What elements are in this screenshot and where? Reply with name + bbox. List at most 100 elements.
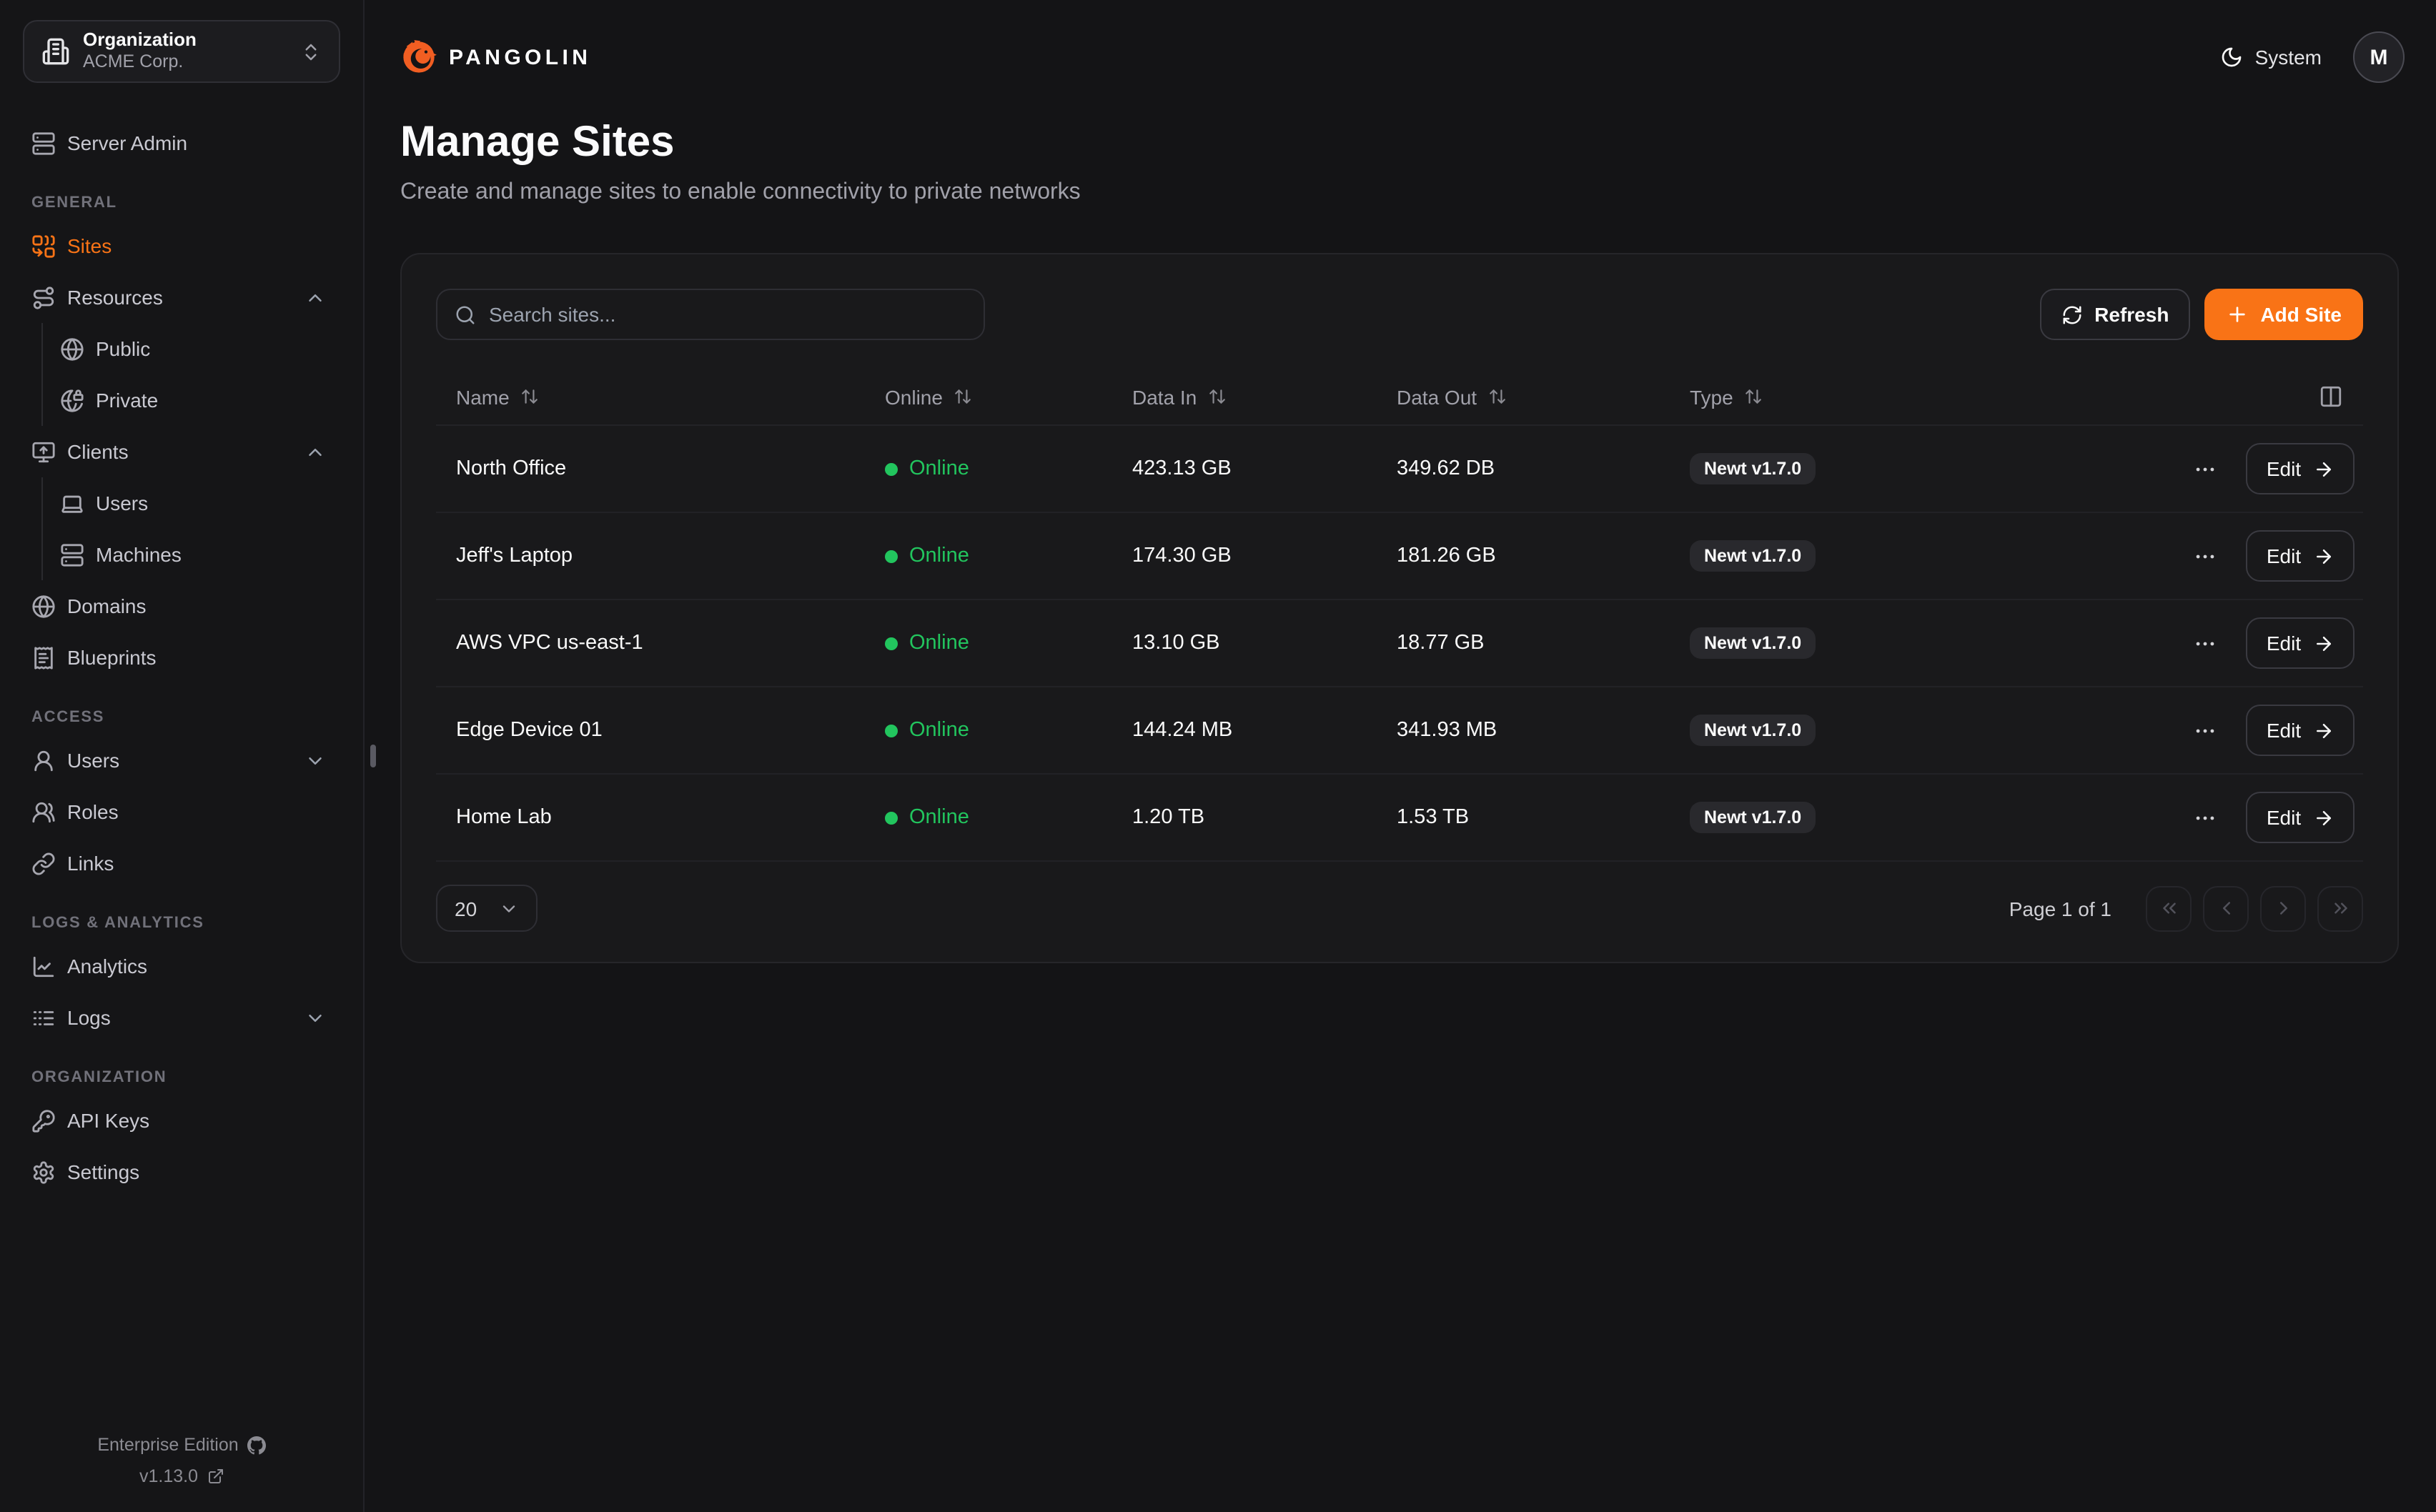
- users-icon: [31, 800, 56, 824]
- site-type: Newt v1.7.0: [1670, 627, 2167, 659]
- sidebar-item-label: API Keys: [67, 1109, 149, 1132]
- sidebar-item-sites[interactable]: Sites: [23, 220, 340, 272]
- sidebar-item-label: Users: [67, 749, 119, 772]
- resources-sub-list: Public Private: [41, 323, 340, 426]
- organization-text: Organization ACME Corp.: [83, 29, 287, 74]
- sidebar-item-machines[interactable]: Machines: [60, 529, 340, 580]
- next-page-button[interactable]: [2260, 885, 2306, 931]
- sidebar-item-resources[interactable]: Resources: [23, 272, 340, 323]
- theme-toggle[interactable]: System: [2221, 46, 2322, 69]
- github-icon[interactable]: [247, 1436, 266, 1454]
- external-link-icon[interactable]: [207, 1468, 224, 1485]
- sidebar: Organization ACME Corp. Server Admin GEN…: [0, 0, 365, 1512]
- column-header-name[interactable]: Name: [436, 385, 865, 408]
- add-site-label: Add Site: [2260, 303, 2342, 326]
- row-actions: Edit: [2167, 617, 2363, 669]
- arrow-right-icon: [2312, 545, 2334, 567]
- sidebar-item-private[interactable]: Private: [60, 374, 340, 426]
- pagination-bar: 20 Page 1 of 1: [436, 862, 2363, 932]
- arrow-right-icon: [2312, 458, 2334, 479]
- row-actions: Edit: [2167, 792, 2363, 843]
- organization-selector[interactable]: Organization ACME Corp.: [23, 20, 340, 83]
- column-header-data-out[interactable]: Data Out: [1377, 385, 1670, 408]
- laptop-icon: [60, 491, 84, 515]
- sidebar-item-domains[interactable]: Domains: [23, 580, 340, 632]
- row-menu-button[interactable]: [2187, 451, 2223, 487]
- sidebar-item-client-users[interactable]: Users: [60, 477, 340, 529]
- arrow-right-icon: [2312, 807, 2334, 828]
- edit-button[interactable]: Edit: [2246, 617, 2355, 669]
- online-dot-icon: [885, 811, 898, 824]
- search-icon: [455, 304, 476, 325]
- refresh-label: Refresh: [2094, 303, 2169, 326]
- sidebar-item-label: Analytics: [67, 955, 147, 978]
- sidebar-item-logs[interactable]: Logs: [23, 992, 340, 1043]
- table-header: Name Online Data In: [436, 369, 2363, 426]
- sidebar-item-label: Resources: [67, 286, 163, 309]
- chevron-up-icon: [304, 441, 326, 462]
- sidebar-item-label: Users: [96, 492, 148, 514]
- add-site-button[interactable]: Add Site: [2204, 289, 2363, 340]
- sidebar-item-links[interactable]: Links: [23, 837, 340, 889]
- online-label: Online: [909, 719, 969, 742]
- refresh-button[interactable]: Refresh: [2040, 289, 2190, 340]
- page-size-select[interactable]: 20: [436, 885, 538, 932]
- row-menu-button[interactable]: [2187, 800, 2223, 835]
- server-icon: [60, 542, 84, 567]
- sidebar-item-label: Machines: [96, 543, 182, 566]
- sidebar-item-users[interactable]: Users: [23, 735, 340, 786]
- online-label: Online: [909, 806, 969, 829]
- last-page-button[interactable]: [2317, 885, 2363, 931]
- site-type-badge: Newt v1.7.0: [1690, 627, 1816, 659]
- sidebar-item-clients[interactable]: Clients: [23, 426, 340, 477]
- columns-view-icon[interactable]: [2319, 384, 2343, 409]
- sidebar-item-blueprints[interactable]: Blueprints: [23, 632, 340, 683]
- sidebar-item-label: Settings: [67, 1160, 139, 1183]
- sidebar-item-server-admin[interactable]: Server Admin: [23, 117, 340, 169]
- column-header-data-in[interactable]: Data In: [1112, 385, 1377, 408]
- sidebar-item-settings[interactable]: Settings: [23, 1146, 340, 1198]
- brand[interactable]: PANGOLIN: [400, 39, 591, 76]
- sidebar-item-roles[interactable]: Roles: [23, 786, 340, 837]
- edit-button[interactable]: Edit: [2246, 792, 2355, 843]
- edit-button[interactable]: Edit: [2246, 443, 2355, 494]
- site-data-out: 341.93 MB: [1377, 719, 1670, 742]
- table-row: Home Lab Online 1.20 TB 1.53 TB Newt v1.…: [436, 775, 2363, 862]
- edition-label: Enterprise Edition: [97, 1429, 238, 1461]
- sidebar-resize-handle[interactable]: [370, 745, 376, 767]
- row-menu-button[interactable]: [2187, 625, 2223, 661]
- section-label-access: ACCESS: [31, 709, 340, 726]
- site-name: Edge Device 01: [436, 719, 865, 742]
- site-type: Newt v1.7.0: [1670, 715, 2167, 746]
- site-data-out: 349.62 DB: [1377, 457, 1670, 480]
- site-name: North Office: [436, 457, 865, 480]
- gear-icon: [31, 1160, 56, 1184]
- site-type: Newt v1.7.0: [1670, 453, 2167, 484]
- search-box[interactable]: [436, 289, 985, 340]
- sites-toolbar: Refresh Add Site: [436, 289, 2363, 340]
- column-header-online[interactable]: Online: [865, 385, 1112, 408]
- sidebar-item-label: Clients: [67, 440, 129, 463]
- sidebar-item-analytics[interactable]: Analytics: [23, 940, 340, 992]
- avatar[interactable]: M: [2353, 31, 2405, 83]
- first-page-button[interactable]: [2146, 885, 2192, 931]
- version-label: v1.13.0: [139, 1461, 198, 1492]
- page-size-value: 20: [455, 897, 477, 920]
- column-header-type[interactable]: Type: [1670, 385, 2319, 408]
- sidebar-item-api-keys[interactable]: API Keys: [23, 1095, 340, 1146]
- row-menu-button[interactable]: [2187, 712, 2223, 748]
- edit-button[interactable]: Edit: [2246, 705, 2355, 756]
- row-menu-button[interactable]: [2187, 538, 2223, 574]
- sidebar-item-public[interactable]: Public: [60, 323, 340, 374]
- sidebar-item-label: Roles: [67, 800, 119, 823]
- sort-icon: [521, 387, 540, 406]
- chevron-down-icon: [499, 898, 519, 918]
- search-input[interactable]: [489, 303, 966, 326]
- previous-page-button[interactable]: [2203, 885, 2249, 931]
- online-label: Online: [909, 457, 969, 480]
- edit-button[interactable]: Edit: [2246, 530, 2355, 582]
- link-icon: [31, 851, 56, 875]
- sidebar-item-label: Blueprints: [67, 646, 157, 669]
- site-type-badge: Newt v1.7.0: [1690, 540, 1816, 572]
- site-type-badge: Newt v1.7.0: [1690, 715, 1816, 746]
